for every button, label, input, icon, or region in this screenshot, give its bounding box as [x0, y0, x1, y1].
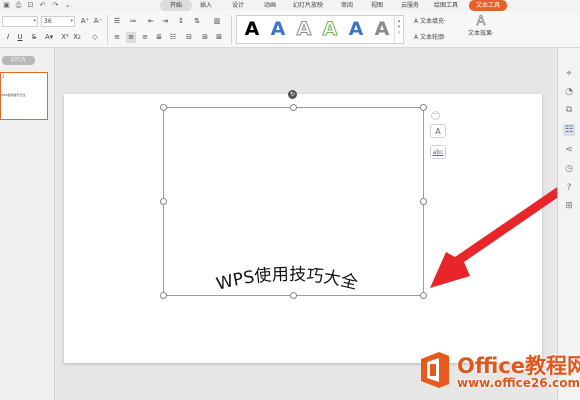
shapes-icon[interactable]: ◔ — [563, 86, 575, 98]
right-side-rail: ⌖ ◔ ⧉ ☷ ⋖ ◷ ? ⊞ — [557, 48, 580, 400]
watermark: Office教程网 www.office26.com — [415, 350, 580, 396]
apps-icon[interactable]: ⊞ — [563, 200, 575, 212]
settings-panel-icon[interactable]: ☷ — [563, 124, 575, 136]
share-icon[interactable]: ⋖ — [563, 144, 575, 156]
help-icon[interactable]: ? — [563, 182, 575, 194]
office-logo — [421, 352, 449, 388]
copy-icon[interactable]: ⧉ — [563, 104, 575, 116]
pointer-arrow — [430, 181, 570, 288]
watermark-url: www.office26.com — [457, 376, 580, 390]
pointer-arrow-shape — [430, 181, 570, 288]
pin-icon[interactable]: ⌖ — [563, 68, 575, 80]
history-icon[interactable]: ◷ — [563, 163, 575, 175]
